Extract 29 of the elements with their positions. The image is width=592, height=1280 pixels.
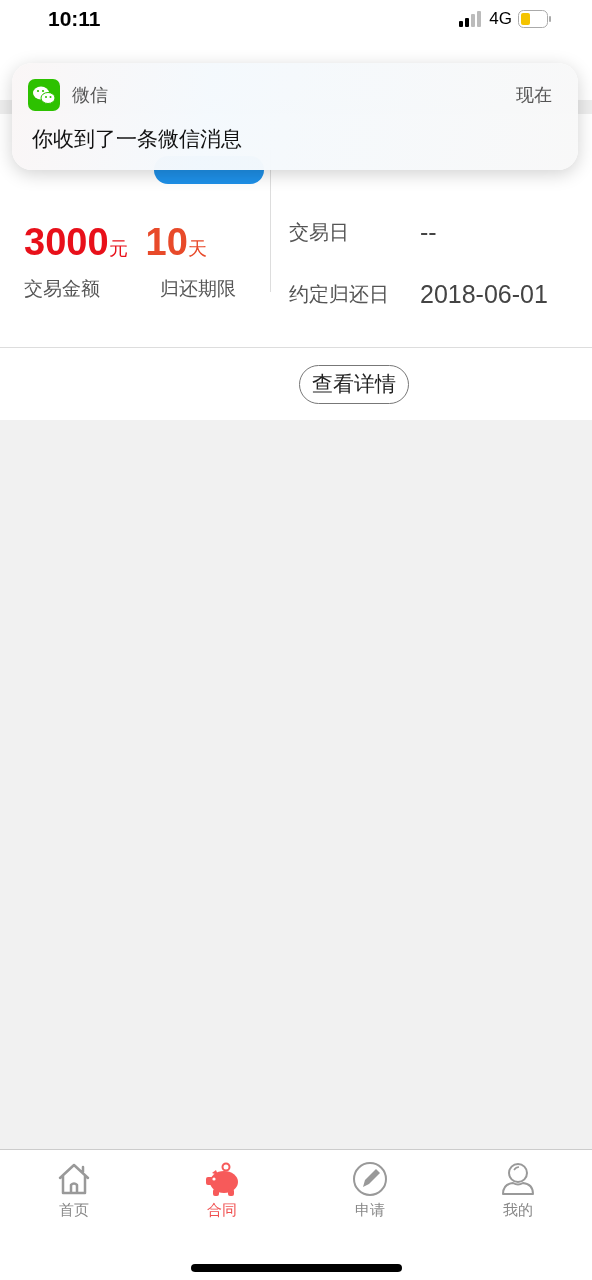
amount-value: 3000 bbox=[24, 221, 109, 264]
nav-tab[interactable]: 合同 bbox=[148, 1150, 296, 1242]
home-indicator[interactable] bbox=[191, 1264, 402, 1272]
battery-icon bbox=[518, 10, 552, 28]
home-icon bbox=[56, 1161, 92, 1197]
notification-message: 你收到了一条微信消息 bbox=[32, 126, 243, 153]
notification-time: 现在 bbox=[516, 83, 552, 107]
nav-tab[interactable]: 申请 bbox=[296, 1150, 444, 1242]
signal-icon bbox=[459, 11, 484, 27]
term-value: 10 bbox=[145, 221, 188, 264]
nav-tab[interactable]: 我的 bbox=[444, 1150, 592, 1242]
app-name: 微信 bbox=[72, 83, 109, 107]
field-label: 交易日 bbox=[289, 218, 350, 246]
term-label: 归还期限 bbox=[160, 276, 236, 301]
pencil-icon bbox=[352, 1161, 388, 1197]
piggy-bank-icon bbox=[204, 1161, 240, 1197]
field-label: 约定归还日 bbox=[289, 280, 390, 308]
field-value: 2018-06-01 bbox=[420, 279, 548, 309]
amount-label: 交易金额 bbox=[24, 276, 101, 301]
clock-time: 10:11 bbox=[48, 7, 101, 31]
person-icon bbox=[500, 1161, 536, 1197]
details-button[interactable]: 查看详情 bbox=[299, 364, 409, 404]
nav-tab[interactable]: 首页 bbox=[0, 1150, 148, 1242]
term-unit: 天 bbox=[187, 236, 207, 261]
notification-toast[interactable]: 微信 现在 你收到了一条微信消息 bbox=[12, 63, 578, 170]
field-value: -- bbox=[420, 217, 437, 247]
network-label: 4G bbox=[489, 9, 512, 29]
amount-unit: 元 bbox=[108, 236, 128, 261]
chat-bubbles-icon bbox=[28, 79, 60, 111]
